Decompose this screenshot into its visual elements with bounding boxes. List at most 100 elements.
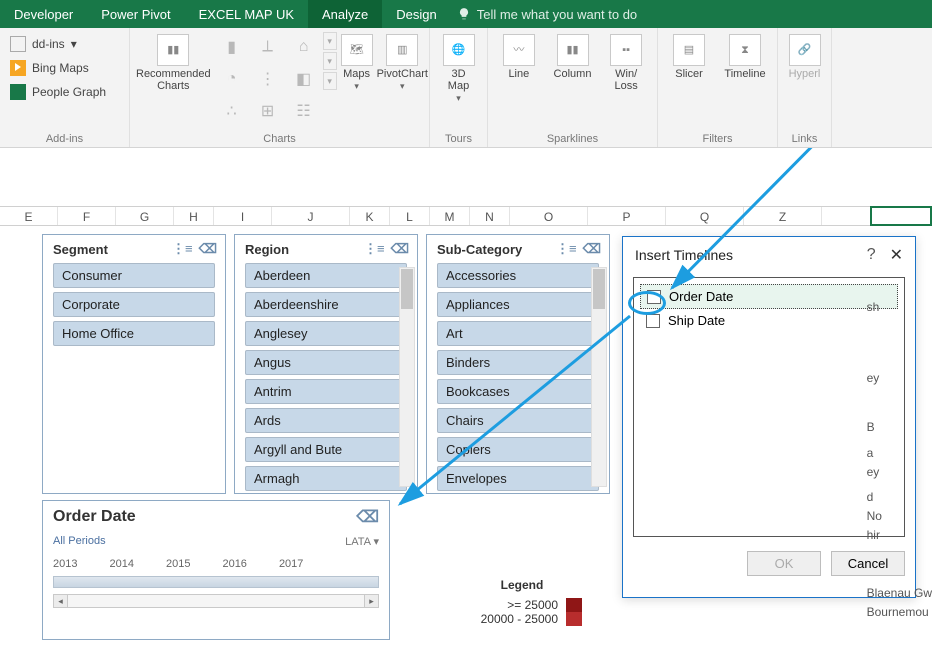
sparkline-line-button[interactable]: 〰Line — [494, 32, 544, 82]
slicer-item[interactable]: Accessories — [437, 263, 599, 288]
col-F[interactable]: F — [58, 207, 116, 225]
slicer-segment-title: Segment — [53, 242, 172, 257]
col-O[interactable]: O — [510, 207, 588, 225]
slicer-button[interactable]: ▤ Slicer — [664, 32, 714, 82]
slicer-item[interactable]: Ards — [245, 408, 407, 433]
people-graph-icon — [10, 84, 26, 100]
multiselect-icon[interactable]: ⋮≡ — [364, 241, 385, 257]
hyperlink-label: Hyperl — [789, 68, 821, 80]
col-L[interactable]: L — [390, 207, 430, 225]
slicer-item[interactable]: Argyll and Bute — [245, 437, 407, 462]
checkbox[interactable] — [646, 314, 660, 328]
col-G[interactable]: G — [116, 207, 174, 225]
slicer-label: Slicer — [675, 68, 703, 80]
legend-title: Legend — [462, 578, 582, 592]
slicer-item[interactable]: Anglesey — [245, 321, 407, 346]
slicer-icon: ▤ — [673, 34, 705, 66]
tab-design[interactable]: Design — [382, 0, 450, 28]
ok-button[interactable]: OK — [747, 551, 821, 576]
pivotchart-label: PivotChart — [377, 68, 428, 80]
multiselect-icon[interactable]: ⋮≡ — [172, 241, 193, 257]
col-I[interactable]: I — [214, 207, 272, 225]
timeline-scrollbar[interactable]: ◂▸ — [53, 594, 379, 608]
group-charts: ▮▮ Recommended Charts ▮⟂⌂ ◔⋮◧ ∴⊞☷ ▾▾▾ 🗺 … — [130, 28, 430, 147]
col-Z[interactable]: Z — [744, 207, 822, 225]
column-icon: ▮▮ — [557, 34, 589, 66]
slicer-item[interactable]: Chairs — [437, 408, 599, 433]
col-M[interactable]: M — [430, 207, 470, 225]
addins-store-button[interactable]: dd-ins ▾ — [6, 34, 110, 54]
slicer-scrollbar[interactable] — [399, 267, 415, 487]
winloss-icon: ▪▪ — [610, 34, 642, 66]
column-headers: E F G H I J K L M N O P Q Z — [0, 206, 932, 226]
3dmap-label: 3D Map — [448, 68, 469, 92]
slicer-item[interactable]: Aberdeenshire — [245, 292, 407, 317]
slicer-item[interactable]: Armagh — [245, 466, 407, 491]
3dmap-button[interactable]: 🌐 3D Map ▾ — [436, 32, 481, 106]
col-Q[interactable]: Q — [666, 207, 744, 225]
col-J[interactable]: J — [272, 207, 350, 225]
people-graph-button[interactable]: People Graph — [6, 82, 110, 102]
timeline-unit-dropdown[interactable]: LATA ▾ — [345, 535, 379, 548]
timeline-periods-label: All Periods — [53, 535, 106, 548]
slicer-item[interactable]: Binders — [437, 350, 599, 375]
slicer-item[interactable]: Aberdeen — [245, 263, 407, 288]
addins-prefix-label: dd-ins — [32, 37, 65, 51]
col-H[interactable]: H — [174, 207, 214, 225]
slicer-item[interactable]: Copiers — [437, 437, 599, 462]
legend-swatch — [566, 598, 582, 612]
group-filters: ▤Slicer ⧗Timeline Filters — [658, 28, 778, 147]
bing-icon — [10, 60, 26, 76]
dialog-help-button[interactable]: ? — [867, 246, 876, 264]
clear-filter-icon[interactable]: ⌫ — [356, 507, 379, 527]
bing-label: Bing Maps — [32, 61, 89, 75]
clear-filter-icon[interactable]: ⌫ — [199, 241, 217, 257]
multiselect-icon[interactable]: ⋮≡ — [556, 241, 577, 257]
group-label-tours: Tours — [436, 131, 481, 145]
sparkline-winloss-button[interactable]: ▪▪Win/ Loss — [601, 32, 651, 94]
col-N[interactable]: N — [470, 207, 510, 225]
sparkline-column-button[interactable]: ▮▮Column — [548, 32, 598, 82]
pivotchart-button[interactable]: ▥ PivotChart ▾ — [377, 32, 428, 94]
slicer-item[interactable]: Angus — [245, 350, 407, 375]
bing-maps-button[interactable]: Bing Maps — [6, 58, 110, 78]
tab-excelmapuk[interactable]: EXCEL MAP UK — [185, 0, 308, 28]
timeline-button[interactable]: ⧗Timeline — [720, 32, 770, 82]
slicer-item[interactable]: Consumer — [53, 263, 215, 288]
col-K[interactable]: K — [350, 207, 390, 225]
timeline-range-bar[interactable] — [53, 576, 379, 588]
tab-analyze[interactable]: Analyze — [308, 0, 382, 28]
slicer-item[interactable]: Home Office — [53, 321, 215, 346]
close-icon[interactable]: ✕ — [890, 245, 903, 265]
edge-text: sh ey B a ey d No hir Blaenau Gw Bournem… — [867, 298, 932, 622]
slicer-item[interactable]: Art — [437, 321, 599, 346]
hyperlink-button[interactable]: 🔗Hyperl — [784, 32, 825, 82]
col-E[interactable]: E — [0, 207, 58, 225]
dialog-field-row[interactable]: Ship Date — [640, 309, 898, 332]
worksheet[interactable]: E F G H I J K L M N O P Q Z Segment ⋮≡ ⌫… — [0, 148, 932, 644]
clear-filter-icon[interactable]: ⌫ — [583, 241, 601, 257]
slicer-item[interactable]: Envelopes — [437, 466, 599, 491]
slicer-subcat[interactable]: Sub-Category ⋮≡ ⌫ Accessories Appliances… — [426, 234, 610, 494]
clear-filter-icon[interactable]: ⌫ — [391, 241, 409, 257]
timeline-icon: ⧗ — [729, 34, 761, 66]
recommended-charts-icon: ▮▮ — [157, 34, 189, 66]
timeline-order-date[interactable]: Order Date⌫ All PeriodsLATA ▾ 2013201420… — [42, 500, 390, 640]
tab-powerpivot[interactable]: Power Pivot — [87, 0, 184, 28]
dialog-field-row[interactable]: Order Date — [640, 284, 898, 309]
slicer-scrollbar[interactable] — [591, 267, 607, 487]
tab-developer[interactable]: Developer — [0, 0, 87, 28]
slicer-item[interactable]: Bookcases — [437, 379, 599, 404]
slicer-item[interactable]: Corporate — [53, 292, 215, 317]
recommended-charts-button[interactable]: ▮▮ Recommended Charts — [136, 32, 211, 94]
group-label-links: Links — [784, 131, 825, 145]
slicer-item[interactable]: Appliances — [437, 292, 599, 317]
col-P[interactable]: P — [588, 207, 666, 225]
tell-me[interactable]: Tell me what you want to do — [457, 7, 637, 22]
dialog-field-label: Ship Date — [668, 313, 725, 328]
slicer-segment[interactable]: Segment ⋮≡ ⌫ Consumer Corporate Home Off… — [42, 234, 226, 494]
maps-button[interactable]: 🗺 Maps ▾ — [341, 32, 373, 94]
chart-type-grid[interactable]: ▮⟂⌂ ◔⋮◧ ∴⊞☷ — [215, 32, 321, 126]
slicer-region[interactable]: Region ⋮≡ ⌫ Aberdeen Aberdeenshire Angle… — [234, 234, 418, 494]
slicer-item[interactable]: Antrim — [245, 379, 407, 404]
